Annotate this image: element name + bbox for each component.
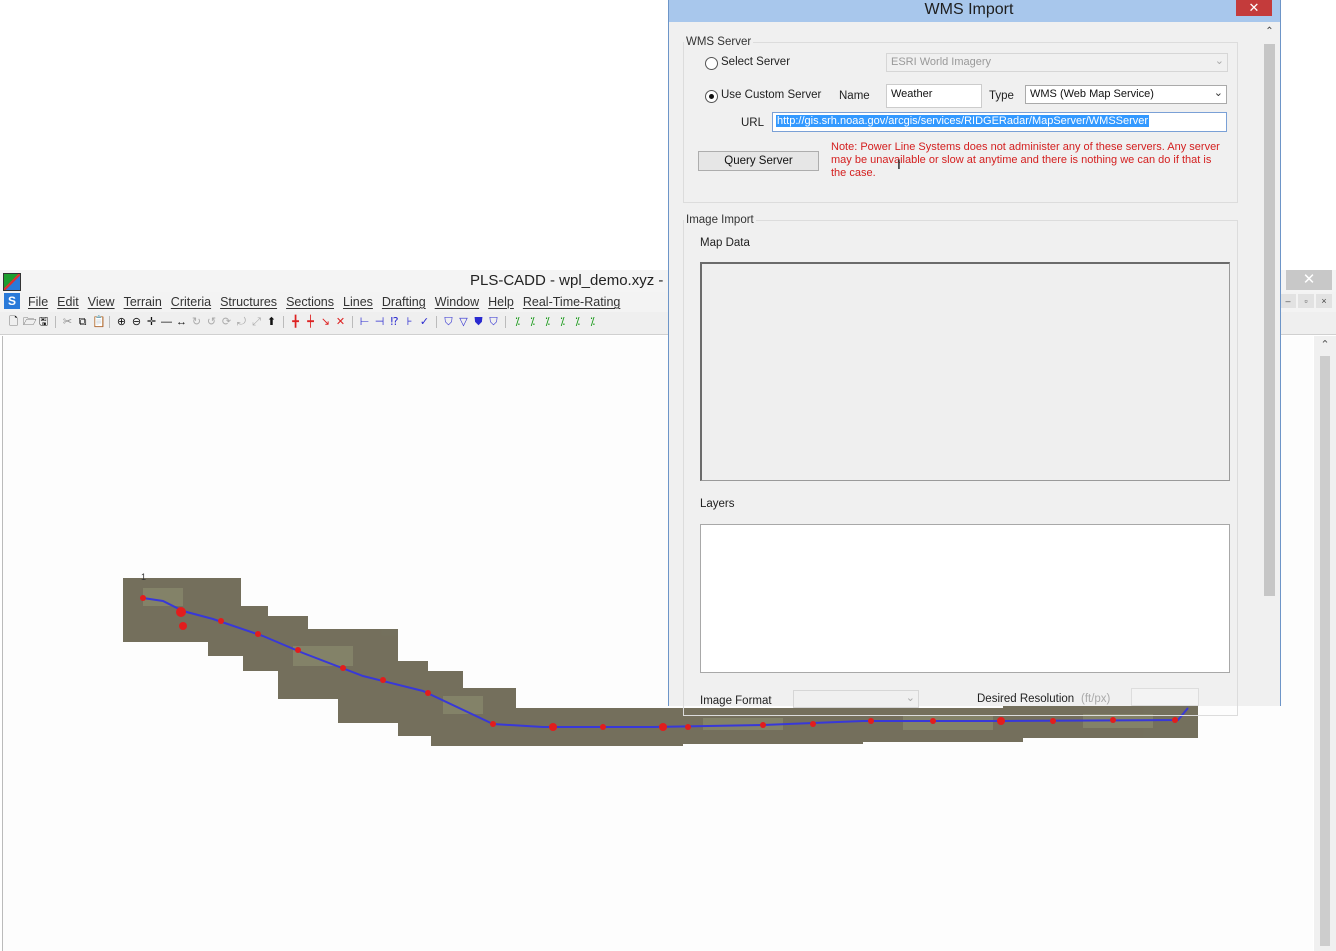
dialog-vertical-scrollbar[interactable]: ⌃: [1261, 22, 1278, 706]
clearance-1-icon[interactable]: ⁒: [512, 316, 523, 328]
orbit-icon[interactable]: ⟳: [221, 316, 232, 328]
clearance-3-icon[interactable]: ⁒: [542, 316, 553, 328]
desired-resolution-input[interactable]: [1131, 688, 1199, 706]
image-import-legend: Image Import: [686, 214, 754, 226]
clearance-4-icon[interactable]: ⁒: [557, 316, 568, 328]
shield-1-icon[interactable]: ⛉: [443, 316, 454, 328]
cut-icon[interactable]: ✂: [62, 316, 73, 328]
image-format-label: Image Format: [700, 695, 772, 707]
menu-criteria[interactable]: Criteria: [171, 295, 211, 309]
chevron-down-icon: ⌄: [1214, 55, 1224, 67]
new-file-icon[interactable]: 🗋: [8, 316, 19, 328]
dialog-close-button[interactable]: ✕: [1236, 0, 1272, 16]
layers-label: Layers: [700, 498, 735, 510]
menu-window[interactable]: Window: [435, 295, 479, 309]
tilt-icon[interactable]: ⤾: [236, 316, 247, 328]
wms-server-legend: WMS Server: [686, 36, 752, 48]
mdi-close-button[interactable]: ×: [1316, 294, 1332, 308]
menu-drafting[interactable]: Drafting: [382, 295, 426, 309]
menu-view[interactable]: View: [88, 295, 115, 309]
zoom-extents-icon[interactable]: —: [161, 316, 172, 328]
menu-help[interactable]: Help: [488, 295, 514, 309]
chevron-down-icon: ⌄: [905, 692, 915, 704]
map-data-preview[interactable]: [700, 262, 1230, 481]
layers-list[interactable]: [700, 524, 1230, 673]
menu-edit[interactable]: Edit: [57, 295, 79, 309]
cursor-icon[interactable]: ⬆: [266, 316, 277, 328]
clearance-5-icon[interactable]: ⁒: [572, 316, 583, 328]
select-server-radio[interactable]: [705, 57, 718, 70]
add-structure-icon[interactable]: ╋: [290, 316, 301, 328]
paste-icon[interactable]: 📋: [92, 316, 106, 328]
dialog-scroll-up-icon[interactable]: ⌃: [1261, 26, 1278, 37]
canvas-vertical-scrollbar[interactable]: ⌃: [1314, 336, 1336, 951]
rotate-icon[interactable]: ↻: [191, 316, 202, 328]
menu-real-time-rating[interactable]: Real-Time-Rating: [523, 295, 620, 309]
shield-2-icon[interactable]: ▽: [458, 316, 469, 328]
document-icon[interactable]: S: [4, 293, 20, 309]
menu-lines[interactable]: Lines: [343, 295, 373, 309]
mdi-minimize-button[interactable]: –: [1280, 294, 1296, 308]
server-disclaimer-note: Note: Power Line Systems does not admini…: [831, 141, 1220, 179]
zoom-out-icon[interactable]: ⊖: [131, 316, 142, 328]
use-custom-server-radio[interactable]: [705, 90, 718, 103]
section-check-icon[interactable]: ✓: [419, 316, 430, 328]
section-info-icon[interactable]: ⁉: [389, 316, 400, 328]
menu-sections[interactable]: Sections: [286, 295, 334, 309]
dialog-title: WMS Import: [924, 1, 1014, 18]
server-name-input[interactable]: Weather: [886, 84, 982, 108]
shield-4-icon[interactable]: ⛉: [488, 316, 499, 328]
server-type-dropdown[interactable]: WMS (Web Map Service) ⌄: [1025, 85, 1227, 104]
section-split-icon[interactable]: ⊣: [374, 316, 385, 328]
pan-icon[interactable]: ✛: [146, 316, 157, 328]
edit-structure-icon[interactable]: ↘: [320, 316, 331, 328]
rotate-left-icon[interactable]: ↺: [206, 316, 217, 328]
text-cursor-icon: I: [897, 156, 901, 172]
select-server-label: Select Server: [721, 56, 791, 68]
section-sag-icon[interactable]: ⊦: [404, 316, 415, 328]
server-type-value: WMS (Web Map Service): [1030, 88, 1154, 100]
start-structure-label: 1: [141, 572, 146, 582]
scrollbar-thumb[interactable]: [1320, 356, 1330, 946]
name-label: Name: [839, 90, 870, 102]
url-input[interactable]: http://gis.srh.noaa.gov/arcgis/services/…: [772, 112, 1227, 132]
server-select-value: ESRI World Imagery: [891, 56, 992, 68]
measure-icon[interactable]: ↔: [176, 316, 187, 328]
mdi-restore-button[interactable]: ▫: [1298, 294, 1314, 308]
use-custom-server-label: Use Custom Server: [721, 89, 822, 101]
dialog-scrollbar-thumb[interactable]: [1264, 44, 1275, 596]
app-close-button[interactable]: ✕: [1286, 270, 1332, 290]
menu-file[interactable]: File: [28, 295, 48, 309]
wms-import-dialog: WMS Import ✕ ⌃ WMS Server Select Server …: [668, 0, 1281, 716]
move-structure-icon[interactable]: ┿: [305, 316, 316, 328]
mdi-controls: – ▫ ×: [1280, 294, 1332, 308]
save-icon[interactable]: 🖫: [38, 316, 49, 328]
menu-structures[interactable]: Structures: [220, 295, 277, 309]
server-name-value: Weather: [891, 88, 933, 100]
clearance-6-icon[interactable]: ⁒: [587, 316, 598, 328]
url-label: URL: [741, 117, 765, 129]
server-select-dropdown[interactable]: ESRI World Imagery ⌄: [886, 53, 1228, 72]
type-label: Type: [989, 90, 1014, 102]
desired-resolution-label: Desired Resolution: [977, 693, 1075, 705]
map-data-label: Map Data: [700, 237, 750, 249]
shield-3-icon[interactable]: ⛊: [473, 316, 484, 328]
copy-icon[interactable]: ⧉: [77, 316, 88, 328]
open-file-icon[interactable]: 🗁: [23, 316, 37, 328]
app-title: PLS-CADD - wpl_demo.xyz -: [470, 272, 664, 289]
delete-structure-icon[interactable]: ✕: [335, 316, 346, 328]
clearance-2-icon[interactable]: ⁒: [527, 316, 538, 328]
url-value: http://gis.srh.noaa.gov/arcgis/services/…: [776, 115, 1150, 127]
section-add-icon[interactable]: ⊢: [359, 316, 370, 328]
image-format-dropdown[interactable]: ⌄: [793, 690, 919, 708]
zoom-in-icon[interactable]: ⊕: [116, 316, 127, 328]
query-server-button[interactable]: Query Server: [698, 151, 819, 171]
dialog-titlebar[interactable]: WMS Import ✕: [669, 0, 1280, 22]
app-logo-icon: [3, 273, 21, 291]
resolution-unit-label: (ft/px): [1081, 693, 1111, 705]
scroll-up-arrow-icon[interactable]: ⌃: [1314, 338, 1336, 352]
chevron-down-icon: ⌄: [1213, 87, 1223, 99]
menu-terrain[interactable]: Terrain: [124, 295, 162, 309]
view-3d-icon[interactable]: ⤢: [251, 316, 262, 328]
